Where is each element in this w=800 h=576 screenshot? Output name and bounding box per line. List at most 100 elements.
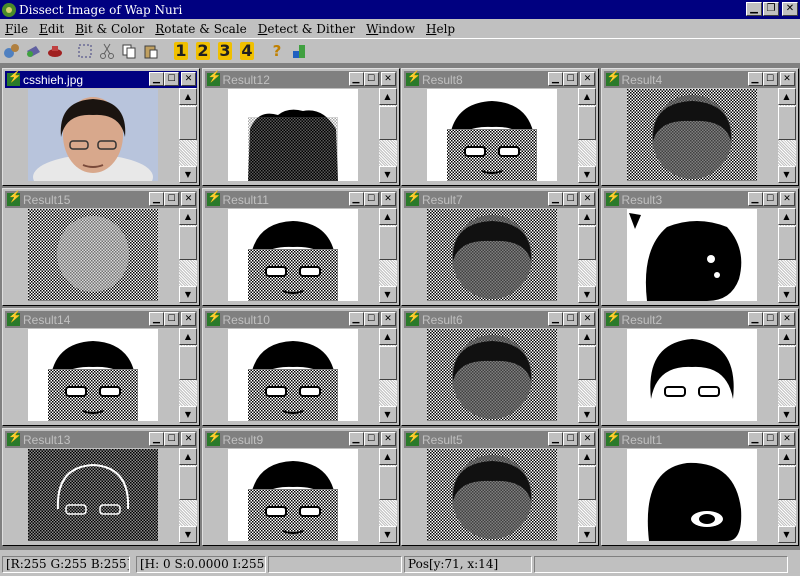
window-maximize-button[interactable]: ☐ [563,192,578,206]
save-icon[interactable] [22,40,44,62]
menu-edit[interactable]: Edit [34,22,70,36]
vertical-scrollbar[interactable]: ▲ ▼ [578,448,596,543]
vertical-scrollbar[interactable]: ▲ ▼ [578,88,596,183]
window-maximize-button[interactable]: ☐ [363,432,379,446]
select-icon[interactable] [74,40,96,62]
menu-file[interactable]: File [0,22,34,36]
scroll-up-icon[interactable]: ▲ [378,328,397,345]
image-canvas[interactable] [204,88,377,182]
vertical-scrollbar[interactable]: ▲ ▼ [378,448,397,543]
scroll-thumb[interactable] [578,106,596,140]
image-canvas[interactable] [204,208,377,302]
scroll-thumb[interactable] [378,466,397,500]
window-close-button[interactable]: ✕ [779,432,795,446]
vertical-scrollbar[interactable]: ▲ ▼ [777,328,796,423]
window-minimize-button[interactable]: ▁ [149,72,164,86]
vertical-scrollbar[interactable]: ▲ ▼ [578,328,596,423]
result-image-icon[interactable] [605,70,620,86]
image-canvas[interactable] [204,328,377,422]
scroll-thumb[interactable] [179,226,197,260]
copy-icon[interactable] [118,40,140,62]
layout-4-icon[interactable]: 4 [236,40,258,62]
vertical-scrollbar[interactable]: ▲ ▼ [378,88,397,183]
scroll-up-icon[interactable]: ▲ [578,88,596,105]
result-image-icon[interactable] [605,190,620,206]
scroll-up-icon[interactable]: ▲ [378,88,397,105]
window-minimize-button[interactable]: ▁ [348,192,364,206]
window-close-button[interactable]: ✕ [380,312,396,326]
window-close-button[interactable]: ✕ [779,72,795,86]
scroll-thumb[interactable] [777,226,796,260]
window-maximize-button[interactable]: ☐ [164,312,179,326]
image-window-titlebar[interactable]: Result14 ▁☐✕ [5,310,197,328]
image-window-titlebar[interactable]: Result5 ▁☐✕ [404,430,596,448]
scroll-up-icon[interactable]: ▲ [179,88,197,105]
window-close-button[interactable]: ✕ [181,312,196,326]
vertical-scrollbar[interactable]: ▲ ▼ [777,448,796,543]
layout-1-icon[interactable]: 1 [170,40,192,62]
scroll-down-icon[interactable]: ▼ [179,526,197,543]
result-image-icon[interactable] [406,310,421,326]
image-window[interactable]: Result13▁☐✕▲▼ [2,428,200,546]
scroll-down-icon[interactable]: ▼ [777,166,796,183]
scroll-down-icon[interactable]: ▼ [378,166,397,183]
image-window[interactable]: Result14▁☐✕▲▼ [2,308,200,426]
scroll-up-icon[interactable]: ▲ [179,208,197,225]
about-icon[interactable] [288,40,310,62]
window-close-button[interactable]: ✕ [580,72,595,86]
menu-window[interactable]: Window [361,22,421,36]
window-close-button[interactable]: ✕ [181,432,196,446]
scroll-down-icon[interactable]: ▼ [179,406,197,423]
scroll-up-icon[interactable]: ▲ [179,448,197,465]
image-canvas[interactable] [5,208,177,302]
window-minimize-button[interactable]: ▁ [548,312,563,326]
scroll-down-icon[interactable]: ▼ [578,406,596,423]
window-minimize-button[interactable]: ▁ [747,432,763,446]
image-canvas[interactable] [204,448,377,542]
vertical-scrollbar[interactable]: ▲ ▼ [179,328,197,423]
window-maximize-button[interactable]: ☐ [762,192,778,206]
scroll-down-icon[interactable]: ▼ [578,166,596,183]
image-window[interactable]: Result4▁☐✕▲▼ [600,68,799,186]
open-icon[interactable] [0,40,22,62]
result-image-icon[interactable] [605,430,620,446]
image-window-titlebar[interactable]: Result15 ▁☐✕ [5,190,197,208]
scroll-up-icon[interactable]: ▲ [777,448,796,465]
image-window-titlebar[interactable]: Result9 ▁☐✕ [204,430,397,448]
image-window-titlebar[interactable]: Result2 ▁☐✕ [603,310,796,328]
image-window[interactable]: Result15▁☐✕▲▼ [2,188,200,306]
result-image-icon[interactable] [605,310,620,326]
minimize-button[interactable]: ▁ [746,2,762,16]
scroll-down-icon[interactable]: ▼ [179,166,197,183]
image-window[interactable]: Result7▁☐✕▲▼ [401,188,599,306]
scroll-down-icon[interactable]: ▼ [578,286,596,303]
window-minimize-button[interactable]: ▁ [348,72,364,86]
window-maximize-button[interactable]: ☐ [363,192,379,206]
window-close-button[interactable]: ✕ [580,432,595,446]
image-canvas[interactable] [603,88,776,182]
scroll-thumb[interactable] [578,346,596,380]
window-minimize-button[interactable]: ▁ [747,312,763,326]
result-image-icon[interactable] [406,70,421,86]
image-canvas[interactable] [603,448,776,542]
image-canvas[interactable] [603,328,776,422]
scroll-thumb[interactable] [378,106,397,140]
result-image-icon[interactable] [7,310,22,326]
restore-button[interactable]: ❐ [763,2,779,16]
scroll-down-icon[interactable]: ▼ [179,286,197,303]
image-window[interactable]: Result5▁☐✕▲▼ [401,428,599,546]
scroll-thumb[interactable] [179,466,197,500]
window-minimize-button[interactable]: ▁ [348,312,364,326]
scroll-down-icon[interactable]: ▼ [777,406,796,423]
window-close-button[interactable]: ✕ [380,72,396,86]
menu-rotate-scale[interactable]: Rotate & Scale [150,22,253,36]
scroll-thumb[interactable] [777,466,796,500]
image-canvas[interactable] [5,88,177,182]
image-canvas[interactable] [5,328,177,422]
layout-2-icon[interactable]: 2 [192,40,214,62]
vertical-scrollbar[interactable]: ▲ ▼ [179,208,197,303]
window-minimize-button[interactable]: ▁ [149,192,164,206]
image-window[interactable]: Result8▁☐✕▲▼ [401,68,599,186]
image-canvas[interactable] [404,208,576,302]
window-close-button[interactable]: ✕ [181,72,196,86]
